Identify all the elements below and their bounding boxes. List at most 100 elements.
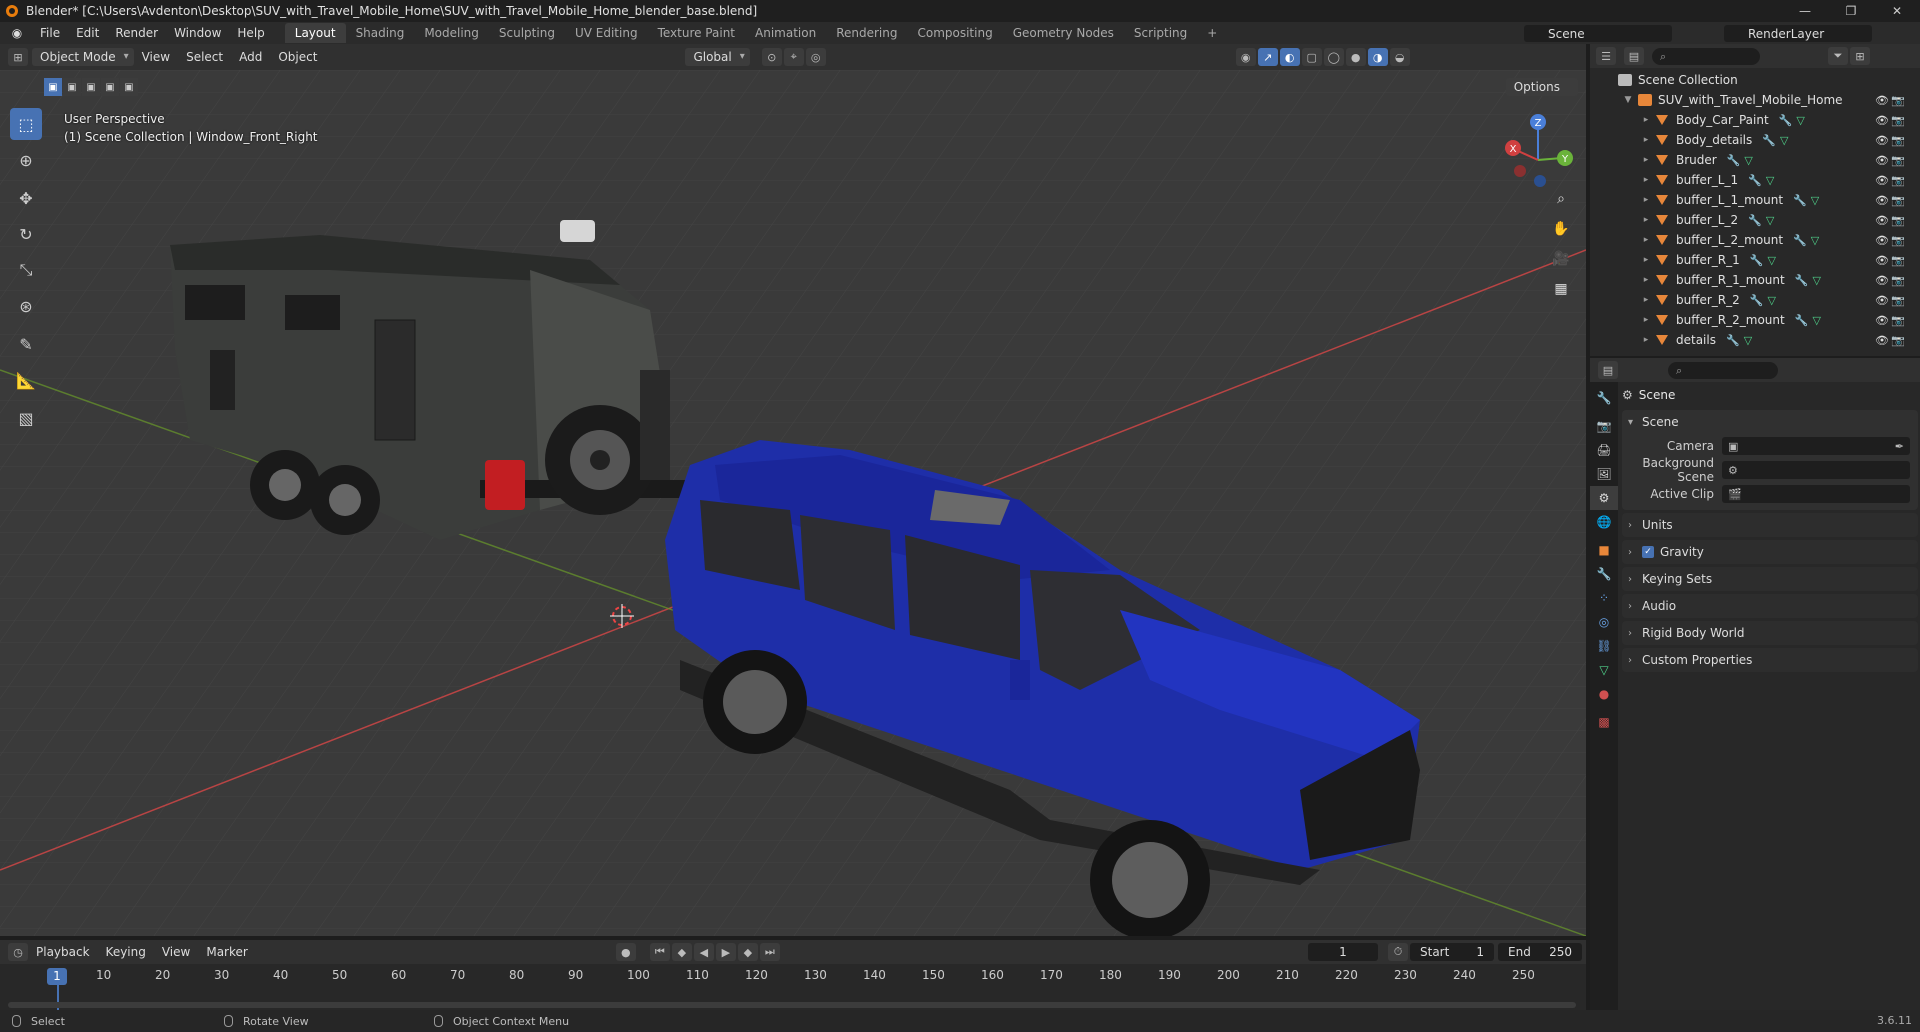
- menu-timeline-view[interactable]: View: [154, 945, 198, 959]
- overlay-toggle-icon[interactable]: ◐: [1279, 48, 1300, 66]
- scene-panel-header[interactable]: ▾ Scene: [1622, 410, 1918, 434]
- view-layer-tab-icon[interactable]: 🖼: [1590, 462, 1618, 486]
- expand-icon[interactable]: ▸: [1640, 335, 1652, 345]
- outliner-collection[interactable]: ▼ SUV_with_Travel_Mobile_Home 👁 📷: [1590, 90, 1920, 110]
- expand-icon[interactable]: ▸: [1640, 275, 1652, 285]
- menu-keying[interactable]: Keying: [98, 945, 154, 959]
- outliner-item[interactable]: ▸ buffer_R_2 🔧 ▽ 👁 📷: [1590, 290, 1920, 310]
- transform-tool-icon[interactable]: ⊛: [10, 290, 42, 322]
- audio-panel[interactable]: › Audio: [1622, 594, 1918, 618]
- timeline-editor-icon[interactable]: ◷: [8, 943, 28, 961]
- rotate-tool-icon[interactable]: ↻: [10, 218, 42, 250]
- visibility-eye-icon[interactable]: 👁: [1874, 114, 1890, 127]
- solid-shading-icon[interactable]: ●: [1345, 48, 1366, 66]
- mesh-data-icon[interactable]: ▽: [1812, 274, 1820, 287]
- material-tab-icon[interactable]: ●: [1590, 682, 1618, 706]
- mesh-data-icon[interactable]: ▽: [1744, 334, 1752, 347]
- mesh-data-icon[interactable]: ▽: [1780, 134, 1788, 147]
- render-camera-icon[interactable]: 📷: [1890, 114, 1906, 127]
- menu-window[interactable]: Window: [166, 22, 229, 44]
- render-camera-icon[interactable]: 📷: [1890, 294, 1906, 307]
- expand-icon[interactable]: ▸: [1640, 235, 1652, 245]
- play-reverse-icon[interactable]: ◀: [693, 943, 714, 961]
- visibility-eye-icon[interactable]: 👁: [1874, 274, 1890, 287]
- pan-hand-icon[interactable]: ✋: [1548, 216, 1574, 242]
- tool-tab-icon[interactable]: 🔧: [1590, 386, 1618, 410]
- visibility-eye-icon[interactable]: 👁: [1874, 334, 1890, 347]
- mode-dropdown[interactable]: Object Mode: [32, 48, 134, 66]
- xray-icon[interactable]: ▢: [1301, 48, 1322, 66]
- snap-icon[interactable]: ⌖: [783, 48, 804, 66]
- mesh-data-icon[interactable]: ▽: [1744, 154, 1752, 167]
- properties-editor-icon[interactable]: ▤: [1598, 361, 1618, 379]
- render-camera-icon[interactable]: 📷: [1890, 214, 1906, 227]
- tab-compositing[interactable]: Compositing: [907, 23, 1002, 43]
- expand-icon[interactable]: ▸: [1640, 215, 1652, 225]
- render-camera-icon[interactable]: 📷: [1890, 334, 1906, 347]
- outliner-item[interactable]: ▸ buffer_L_2_mount 🔧 ▽ 👁 📷: [1590, 230, 1920, 250]
- tab-uv-editing[interactable]: UV Editing: [565, 23, 648, 43]
- render-camera-icon[interactable]: 📷: [1890, 194, 1906, 207]
- units-panel[interactable]: › Units: [1622, 513, 1918, 537]
- end-frame-field[interactable]: End 250: [1498, 943, 1582, 961]
- menu-render[interactable]: Render: [107, 22, 166, 44]
- outliner-item[interactable]: ▸ details 🔧 ▽ 👁 📷: [1590, 330, 1920, 350]
- expand-icon[interactable]: ▸: [1640, 175, 1652, 185]
- menu-object[interactable]: Object: [270, 50, 325, 64]
- cursor-tool-icon[interactable]: ⊕: [10, 144, 42, 176]
- visibility-eye-icon[interactable]: 👁: [1874, 314, 1890, 327]
- visibility-eye-icon[interactable]: 👁: [1874, 214, 1890, 227]
- tab-scripting[interactable]: Scripting: [1124, 23, 1197, 43]
- tab-rendering[interactable]: Rendering: [826, 23, 907, 43]
- add-workspace-button[interactable]: +: [1197, 23, 1227, 43]
- modifier-icon[interactable]: 🔧: [1795, 314, 1809, 327]
- modifier-icon[interactable]: 🔧: [1795, 274, 1809, 287]
- render-camera-icon[interactable]: 📷: [1890, 94, 1906, 107]
- timeline-ruler[interactable]: 1 10 20 30 40 50 60 70 80 90 100 110 120 130 140 150 16…: [0, 964, 1586, 1010]
- select-new-icon[interactable]: ▣: [44, 78, 62, 96]
- visibility-eye-icon[interactable]: 👁: [1874, 254, 1890, 267]
- add-cube-tool-icon[interactable]: ▧: [10, 402, 42, 434]
- render-camera-icon[interactable]: 📷: [1890, 234, 1906, 247]
- render-camera-icon[interactable]: 📷: [1890, 274, 1906, 287]
- new-collection-icon[interactable]: ⊞: [1850, 47, 1870, 65]
- jump-end-icon[interactable]: ⏭: [759, 943, 780, 961]
- properties-search[interactable]: ⌕: [1668, 361, 1778, 379]
- 3d-viewport[interactable]: Z Y X ▣ ▣ ▣ ▣ ▣ Options User Perspective…: [0, 70, 1586, 936]
- expand-icon[interactable]: ▸: [1640, 295, 1652, 305]
- data-tab-icon[interactable]: ▽: [1590, 658, 1618, 682]
- outliner-item[interactable]: ▸ buffer_L_1_mount 🔧 ▽ 👁 📷: [1590, 190, 1920, 210]
- tab-animation[interactable]: Animation: [745, 23, 826, 43]
- measure-tool-icon[interactable]: 📐: [10, 364, 42, 396]
- menu-add[interactable]: Add: [231, 50, 270, 64]
- playhead[interactable]: 1: [47, 968, 67, 985]
- visibility-icon[interactable]: ◉: [1235, 48, 1256, 66]
- texture-tab-icon[interactable]: ▩: [1590, 710, 1618, 734]
- custom-properties-panel[interactable]: › Custom Properties: [1622, 648, 1918, 672]
- prev-keyframe-icon[interactable]: ◆: [671, 943, 692, 961]
- timeline-scrollbar[interactable]: [8, 1002, 1576, 1008]
- transform-orientation-dropdown[interactable]: Global: [685, 48, 750, 66]
- outliner-editor-icon[interactable]: ☰: [1596, 47, 1616, 65]
- annotate-tool-icon[interactable]: ✎: [10, 328, 42, 360]
- outliner-item[interactable]: ▸ buffer_R_1 🔧 ▽ 👁 📷: [1590, 250, 1920, 270]
- editor-type-icon[interactable]: ⊞: [8, 48, 28, 66]
- mesh-data-icon[interactable]: ▽: [1766, 174, 1774, 187]
- visibility-eye-icon[interactable]: 👁: [1874, 194, 1890, 207]
- mesh-data-icon[interactable]: ▽: [1767, 294, 1775, 307]
- select-subtract-icon[interactable]: ▣: [82, 78, 100, 96]
- scale-tool-icon[interactable]: ⤡: [10, 254, 42, 286]
- mesh-data-icon[interactable]: ▽: [1812, 314, 1820, 327]
- expand-icon[interactable]: ▸: [1640, 195, 1652, 205]
- outliner-scene-collection[interactable]: Scene Collection: [1590, 70, 1920, 90]
- expand-icon[interactable]: ▸: [1640, 135, 1652, 145]
- menu-file[interactable]: File: [32, 22, 68, 44]
- display-mode-icon[interactable]: ▤: [1624, 47, 1644, 65]
- jump-start-icon[interactable]: ⏮: [649, 943, 670, 961]
- maximize-button[interactable]: ❐: [1828, 0, 1874, 22]
- scene-selector[interactable]: Scene: [1524, 25, 1672, 42]
- render-camera-icon[interactable]: 📷: [1890, 174, 1906, 187]
- outliner-item[interactable]: ▸ buffer_R_1_mount 🔧 ▽ 👁 📷: [1590, 270, 1920, 290]
- mesh-data-icon[interactable]: ▽: [1766, 214, 1774, 227]
- gizmo-toggle-icon[interactable]: ↗: [1257, 48, 1278, 66]
